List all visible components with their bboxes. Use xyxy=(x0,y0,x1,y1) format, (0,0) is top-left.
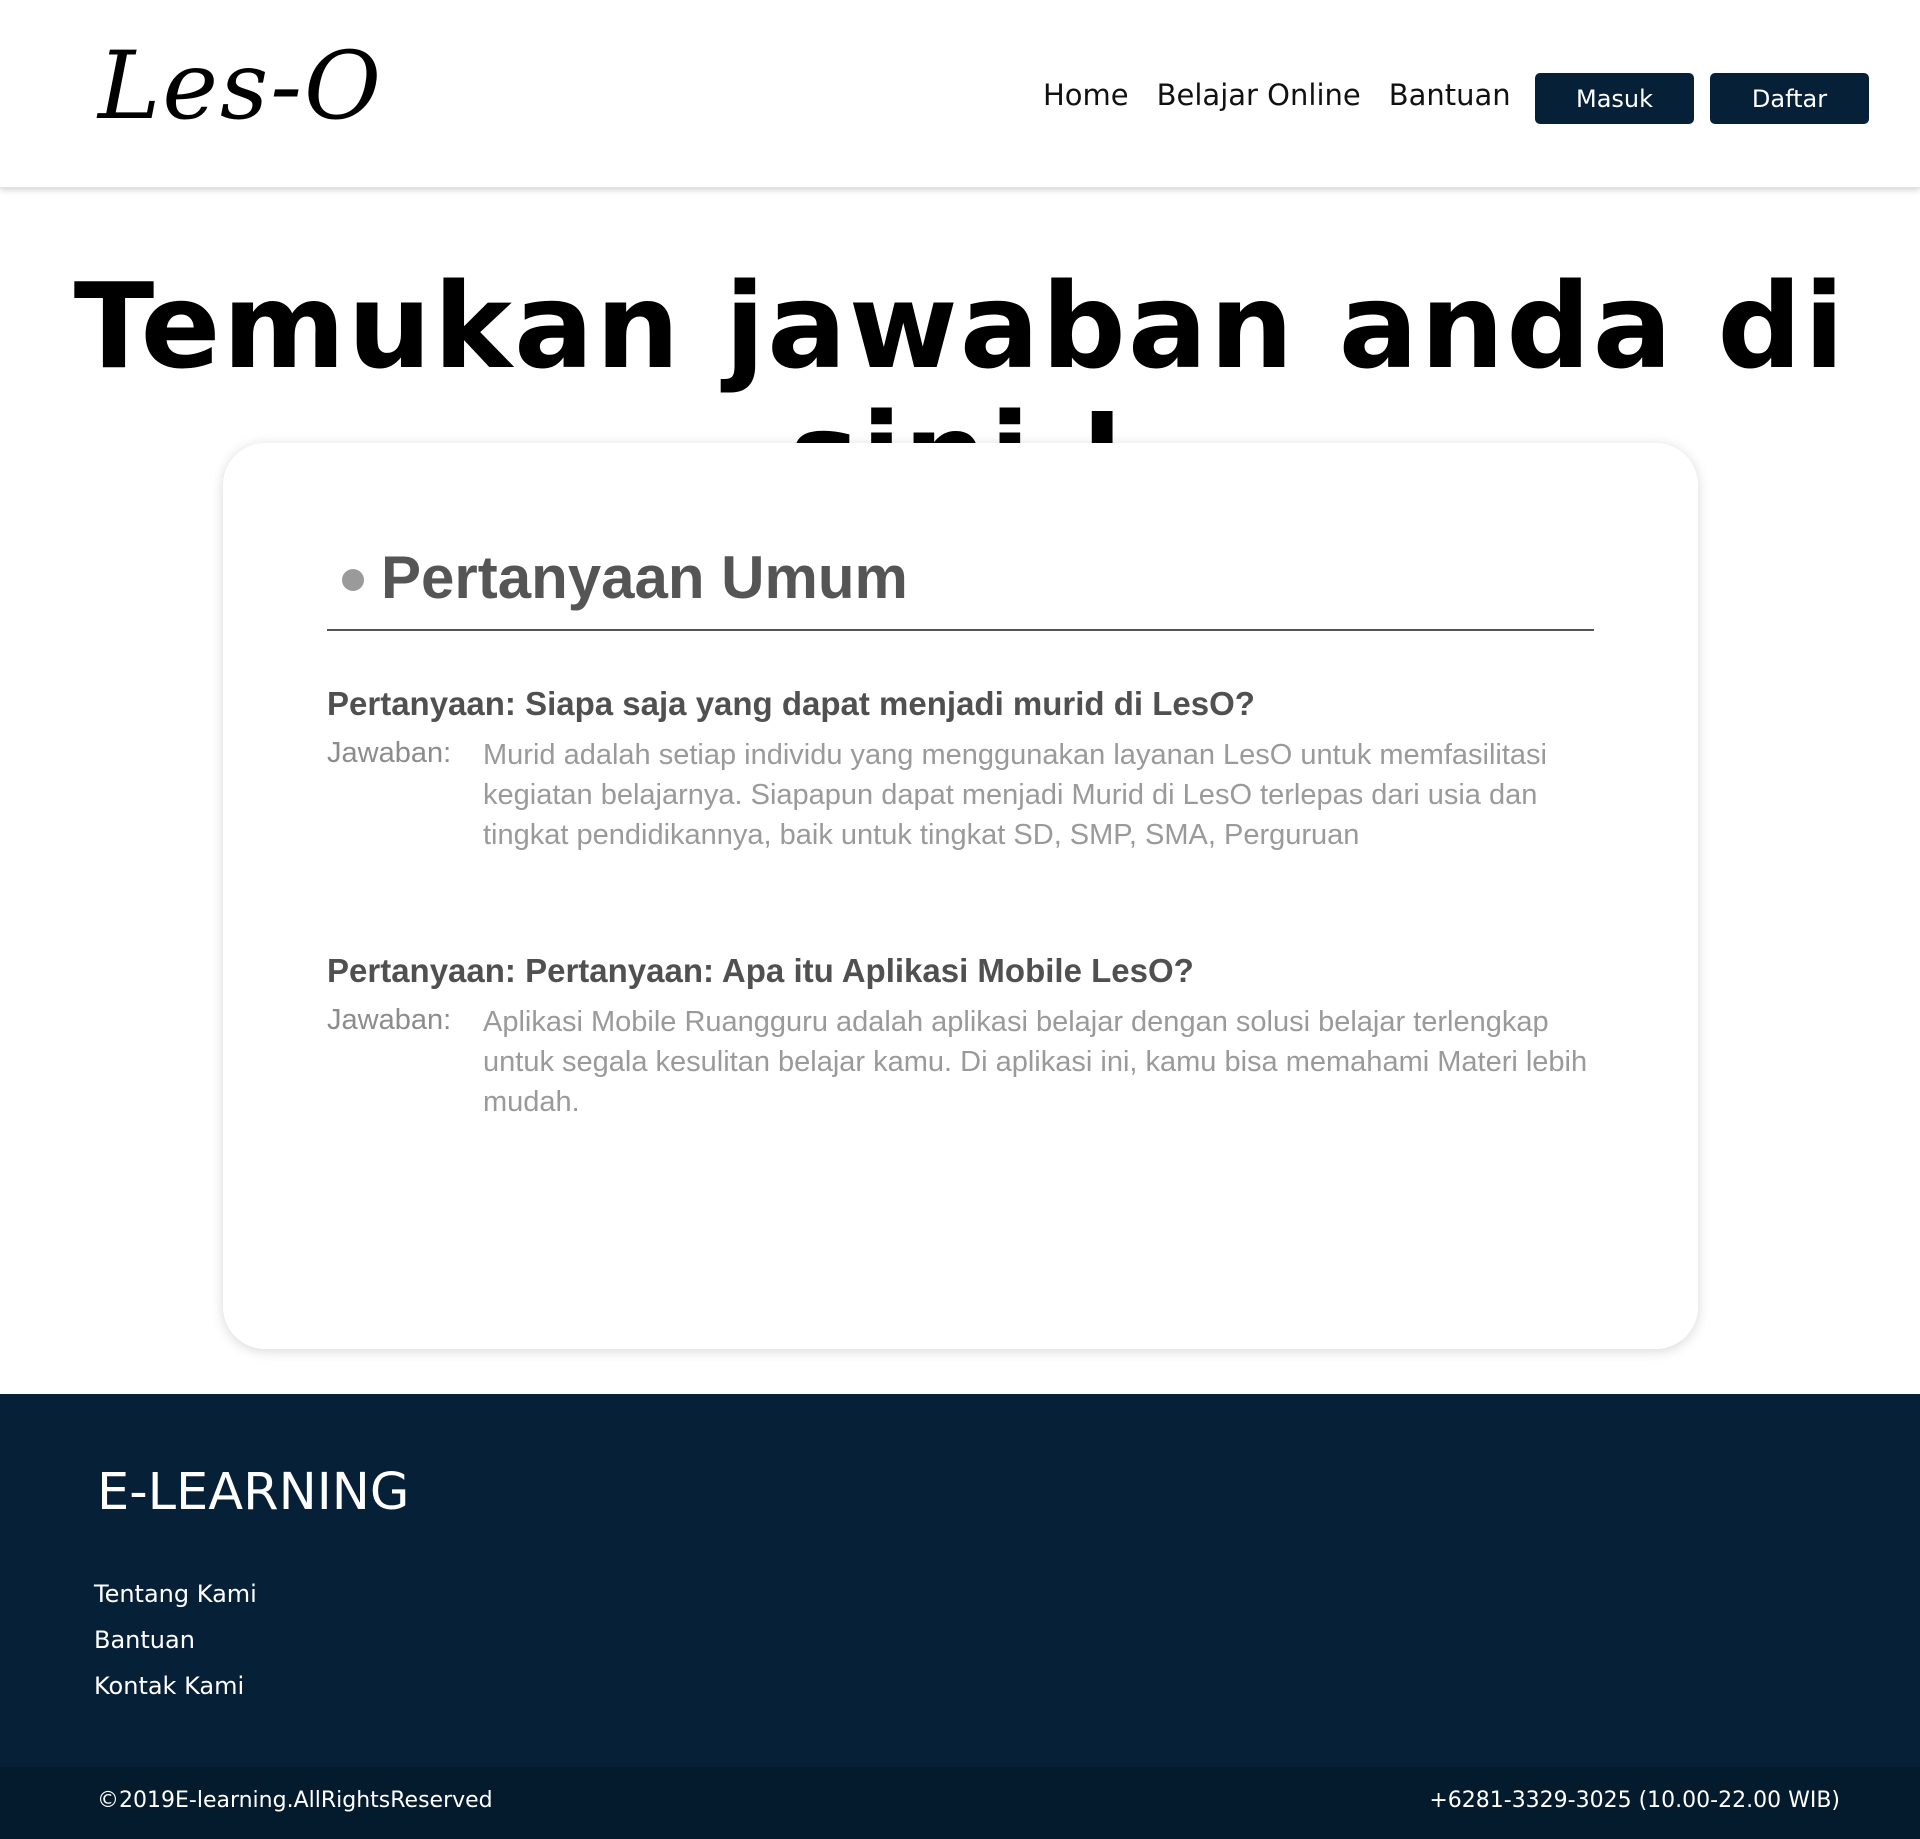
faq-section-title: Pertanyaan Umum xyxy=(381,544,908,611)
footer-link-kontak-kami[interactable]: Kontak Kami xyxy=(94,1672,257,1700)
faq-answer-row: Jawaban: Murid adalah setiap individu ya… xyxy=(327,735,1594,855)
faq-question: Pertanyaan: Pertanyaan: Apa itu Aplikasi… xyxy=(327,952,1194,989)
faq-item: Pertanyaan: Pertanyaan: Apa itu Aplikasi… xyxy=(327,952,1594,1122)
faq-section-header: Pertanyaan Umum xyxy=(327,543,1594,631)
copyright-text: ©2019E-learning.AllRightsReserved xyxy=(97,1788,493,1813)
footer-brand: E-LEARNING xyxy=(97,1463,410,1522)
faq-question: Pertanyaan: Siapa saja yang dapat menjad… xyxy=(327,685,1255,722)
nav-belajar-online-link[interactable]: Belajar Online xyxy=(1157,79,1361,112)
site-logo[interactable]: Les-O xyxy=(98,40,383,134)
faq-answer-label: Jawaban: xyxy=(327,737,452,769)
faq-card: Pertanyaan Umum Pertanyaan: Siapa saja y… xyxy=(223,443,1698,1349)
faq-answer-text: Murid adalah setiap individu yang menggu… xyxy=(483,739,1547,851)
main-nav: Home Belajar Online Bantuan xyxy=(1043,79,1511,112)
footer-link-bantuan[interactable]: Bantuan xyxy=(94,1626,257,1654)
footer-bottom-bar: ©2019E-learning.AllRightsReserved +6281-… xyxy=(0,1767,1920,1839)
faq-answer-label: Jawaban: xyxy=(327,1004,452,1036)
footer-links: Tentang Kami Bantuan Kontak Kami xyxy=(94,1580,257,1700)
site-footer: E-LEARNING Tentang Kami Bantuan Kontak K… xyxy=(0,1394,1920,1839)
footer-link-tentang-kami[interactable]: Tentang Kami xyxy=(94,1580,257,1608)
contact-phone: +6281-3329-3025 (10.00-22.00 WIB) xyxy=(1429,1788,1840,1813)
register-button[interactable]: Daftar xyxy=(1710,73,1869,124)
faq-item: Pertanyaan: Siapa saja yang dapat menjad… xyxy=(327,685,1594,855)
site-header: Les-O Home Belajar Online Bantuan Masuk … xyxy=(0,0,1920,188)
bullet-icon xyxy=(342,569,364,591)
faq-answer-row: Jawaban: Aplikasi Mobile Ruangguru adala… xyxy=(327,1002,1594,1122)
login-button[interactable]: Masuk xyxy=(1535,73,1694,124)
nav-bantuan-link[interactable]: Bantuan xyxy=(1389,79,1511,112)
nav-home-link[interactable]: Home xyxy=(1043,79,1129,112)
faq-answer-text: Aplikasi Mobile Ruangguru adalah aplikas… xyxy=(483,1006,1588,1118)
